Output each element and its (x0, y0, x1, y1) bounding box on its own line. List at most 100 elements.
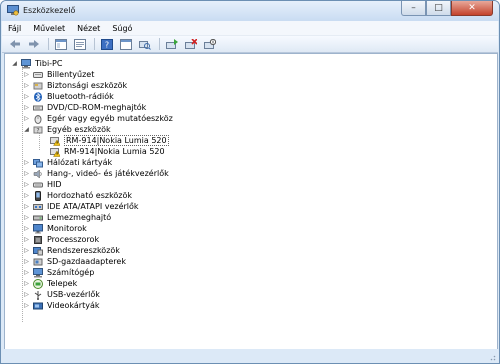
tree-item-usb-controllers[interactable]: ▷ USB-vezérlők (23, 289, 100, 300)
expand-icon[interactable]: ▷ (23, 269, 30, 276)
tree-item-label: Biztonsági eszközök (47, 81, 128, 90)
expand-icon[interactable]: ▷ (23, 104, 30, 111)
expand-icon[interactable]: ▷ (23, 225, 30, 232)
tree-item-label: Bluetooth-rádiók (47, 92, 114, 101)
ide-controller-icon (33, 202, 43, 212)
disable-device-icon[interactable] (203, 37, 217, 51)
toolbar-separator (94, 38, 95, 50)
title-bar: Eszközkezelő – □ ✕ (1, 1, 499, 21)
tree-item-processors[interactable]: ▷ Processzorok (23, 234, 99, 245)
expand-icon[interactable]: ▷ (23, 115, 30, 122)
menu-file[interactable]: Fájl (2, 24, 27, 33)
tree-root[interactable]: ◢ Tibi-PC (11, 58, 62, 69)
monitor-icon (33, 223, 43, 234)
menu-bar: Fájl Művelet Nézet Súgó (2, 21, 498, 35)
portable-device-icon (33, 190, 43, 201)
tree-item-label: Hang-, videó- és játékvezérlők (47, 169, 169, 178)
tree-item-label: RM-914|Nokia Lumia 520 (64, 135, 169, 146)
processor-icon (33, 235, 43, 245)
scan-hardware-icon[interactable] (138, 37, 152, 51)
window-title: Eszközkezelő (23, 6, 76, 15)
expand-icon[interactable]: ▷ (23, 203, 30, 210)
tree-item-ide-ata[interactable]: ▷ IDE ATA/ATAPI vezérlők (23, 201, 138, 212)
show-hide-tree-icon[interactable] (54, 37, 68, 51)
speaker-icon (33, 168, 43, 179)
console-view-icon[interactable] (119, 37, 133, 51)
expand-icon[interactable]: ▷ (23, 247, 30, 254)
back-icon[interactable] (8, 37, 22, 51)
tree-item-dvd-cd[interactable]: ▷ DVD/CD-ROM-meghajtók (23, 102, 146, 113)
usb-icon (33, 290, 43, 300)
tree-item-system-devices[interactable]: ▷ Rendszereszközök (23, 245, 120, 256)
expand-icon[interactable]: ▷ (23, 71, 30, 78)
tree-item-other-devices[interactable]: ◢ ? Egyéb eszközök (23, 124, 111, 135)
uninstall-icon[interactable] (184, 37, 198, 51)
status-bar (2, 349, 498, 363)
device-tree-panel: ◢ Tibi-PC ▷ Billentyűzet ▷ Biztonsági es… (4, 53, 498, 350)
tree-item-sound-video[interactable]: ▷ Hang-, videó- és játékvezérlők (23, 168, 169, 179)
minimize-button[interactable]: – (401, 1, 426, 16)
expand-icon[interactable]: ▷ (23, 214, 30, 221)
tree-root-label: Tibi-PC (35, 59, 63, 68)
expand-icon[interactable]: ▷ (23, 82, 30, 89)
svg-text:?: ? (36, 127, 39, 134)
expand-icon[interactable]: ▷ (23, 236, 30, 243)
disk-drive-icon (33, 213, 43, 223)
tree-item-nokia-lumia-1[interactable]: RM-914|Nokia Lumia 520 (50, 135, 169, 146)
keyboard-icon (33, 70, 43, 80)
tree-item-monitors[interactable]: ▷ Monitorok (23, 223, 87, 234)
tree-item-label: Egyéb eszközök (47, 125, 111, 134)
tree-item-bluetooth[interactable]: ▷ Bluetooth-rádiók (23, 91, 114, 102)
toolbar-separator (159, 38, 160, 50)
computer-icon (33, 267, 43, 278)
expand-icon[interactable]: ▷ (23, 192, 30, 199)
expand-icon[interactable]: ▷ (23, 291, 30, 298)
collapse-icon[interactable]: ◢ (23, 126, 30, 133)
tree-item-label: Billentyűzet (47, 70, 95, 79)
tree-item-keyboard[interactable]: ▷ Billentyűzet (23, 69, 94, 80)
tree-item-label: Telepek (47, 279, 78, 288)
expand-icon[interactable]: ▷ (23, 258, 30, 265)
tree-item-label: Hordozható eszközök (47, 191, 133, 200)
expand-icon[interactable]: ▷ (23, 159, 30, 166)
help-icon[interactable]: ? (100, 37, 114, 51)
expand-icon[interactable]: ▷ (23, 302, 30, 309)
system-device-icon (33, 246, 43, 256)
properties-icon[interactable] (73, 37, 87, 51)
tree-item-label: Lemezmeghajtó (47, 213, 112, 222)
tree-item-hid[interactable]: ▷ HID (23, 179, 61, 190)
tree-item-portable-devices[interactable]: ▷ Hordozható eszközök (23, 190, 132, 201)
network-adapter-icon (33, 158, 43, 168)
tree-item-mouse[interactable]: ▷ Egér vagy egyéb mutatóeszköz (23, 113, 173, 124)
expand-icon[interactable]: ▷ (23, 181, 30, 188)
resize-grip-icon[interactable] (488, 353, 496, 361)
tree-item-nokia-lumia-2[interactable]: RM-914|Nokia Lumia 520 (50, 146, 165, 157)
maximize-button[interactable]: □ (426, 1, 451, 16)
svg-text:?: ? (105, 40, 109, 49)
tree-item-label: SD-gazdaadapterek (47, 257, 126, 266)
tree-item-label: RM-914|Nokia Lumia 520 (64, 147, 165, 156)
menu-action[interactable]: Művelet (27, 24, 71, 33)
tree-item-display-adapters[interactable]: ▷ Videokártyák (23, 300, 100, 311)
hid-icon (33, 180, 43, 190)
tree-item-sd-host[interactable]: ▷ SD-gazdaadapterek (23, 256, 126, 267)
expand-icon[interactable]: ▷ (23, 280, 30, 287)
tree-item-batteries[interactable]: ▷ Telepek (23, 278, 77, 289)
tree-item-label: DVD/CD-ROM-meghajtók (47, 103, 147, 112)
tree-item-label: USB-vezérlők (47, 290, 100, 299)
tree-item-network-adapters[interactable]: ▷ Hálózati kártyák (23, 157, 112, 168)
tree-item-label: Videokártyák (47, 301, 100, 310)
expand-icon[interactable]: ▷ (23, 93, 30, 100)
battery-icon (33, 278, 43, 289)
update-driver-icon[interactable] (165, 37, 179, 51)
tree-item-computer[interactable]: ▷ Számítógép (23, 267, 94, 278)
mouse-icon (33, 114, 43, 124)
forward-icon[interactable] (27, 37, 41, 51)
expand-icon[interactable]: ▷ (23, 170, 30, 177)
collapse-icon[interactable]: ◢ (11, 60, 18, 67)
close-button[interactable]: ✕ (451, 1, 493, 16)
tree-item-disk-drives[interactable]: ▷ Lemezmeghajtó (23, 212, 111, 223)
menu-help[interactable]: Súgó (106, 24, 138, 33)
tree-item-security-devices[interactable]: ▷ Biztonsági eszközök (23, 80, 127, 91)
menu-view[interactable]: Nézet (71, 24, 106, 33)
